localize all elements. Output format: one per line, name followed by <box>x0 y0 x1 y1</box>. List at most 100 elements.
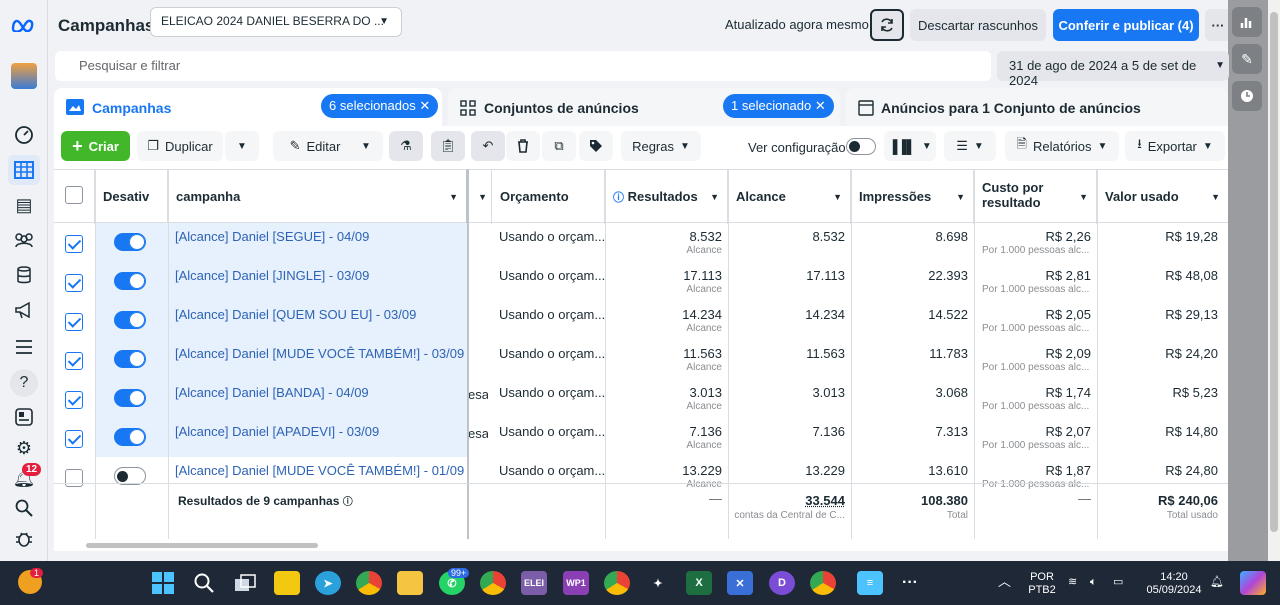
undo-button[interactable]: ↶ <box>471 131 505 161</box>
taskbar-app-elei[interactable]: ELEI <box>521 571 547 595</box>
notepad-icon[interactable]: ≡ <box>857 571 883 595</box>
power-bi-icon[interactable] <box>274 571 300 595</box>
horizontal-scrollbar[interactable] <box>86 543 318 548</box>
preview-button[interactable]: ⧉ <box>542 131 576 161</box>
page-scrollbar[interactable] <box>1268 0 1280 561</box>
edit-button[interactable]: ✎ Editar <box>273 131 357 161</box>
search-icon[interactable] <box>8 493 40 523</box>
col-off[interactable]: Desativ <box>95 170 168 224</box>
campaigns-table-icon[interactable] <box>8 155 40 185</box>
table-row[interactable]: [Alcance] Daniel [BANDA] - 04/09 esa Usand… <box>54 379 1228 418</box>
edit-dropdown-button[interactable]: ▼ <box>349 131 383 161</box>
ab-test-flask-button[interactable]: ⚗ <box>389 131 423 161</box>
vscode-icon[interactable]: ✕ <box>727 571 753 595</box>
ad-account-selector[interactable]: ELEICAO 2024 DANIEL BESERRA DO ... ▼ <box>150 7 402 37</box>
summary-reach[interactable]: 33.544 <box>728 493 845 508</box>
task-view-icon[interactable] <box>232 571 258 595</box>
table-row[interactable]: [Alcance] Daniel [SEGUE] - 04/09 Usando o… <box>54 223 1228 262</box>
settings-gear-icon[interactable]: ⚙ <box>8 433 40 463</box>
tab-ads[interactable]: Anúncios para 1 Conjunto de anúncios <box>846 88 1228 126</box>
breakdown-button[interactable]: ☰ ▼ <box>944 131 996 161</box>
row-checkbox[interactable] <box>65 352 83 370</box>
dashboard-icon[interactable] <box>8 120 40 150</box>
tab-ad-sets[interactable]: Conjuntos de anúncios 1 selecionado ✕ <box>448 88 840 126</box>
campaign-status-toggle[interactable] <box>114 389 146 407</box>
col-cost-per-result[interactable]: Custo por resultado ▼ <box>974 170 1097 224</box>
meta-logo-icon[interactable] <box>8 10 40 40</box>
export-button[interactable]: ⭳ Exportar ▼ <box>1125 131 1225 161</box>
chrome-profile-icon[interactable] <box>604 571 630 595</box>
row-checkbox[interactable] <box>65 313 83 331</box>
taskbar-app-wp1[interactable]: WP1 <box>563 571 589 595</box>
col-results[interactable]: ⓘ Resultados ▼ <box>605 170 728 224</box>
search-filter-input[interactable]: Pesquisar e filtrar <box>55 51 991 81</box>
menu-icon[interactable] <box>8 332 40 362</box>
chrome-profile-icon[interactable] <box>810 571 836 595</box>
review-publish-button[interactable]: Conferir e publicar (4) <box>1053 9 1199 41</box>
pages-icon[interactable]: ▤ <box>8 190 40 220</box>
campaign-status-toggle[interactable] <box>114 272 146 290</box>
date-range-picker[interactable]: 31 de ago de 2024 a 5 de set de 2024 ▼ <box>997 51 1229 88</box>
refresh-button[interactable] <box>870 9 904 41</box>
excel-icon[interactable]: X <box>686 571 712 595</box>
ad-sets-selected-pill[interactable]: 1 selecionado ✕ <box>723 94 834 118</box>
rules-button[interactable]: Regras ▼ <box>621 131 701 161</box>
row-checkbox[interactable] <box>65 430 83 448</box>
clock[interactable]: 14:20 05/09/2024 <box>1143 571 1205 597</box>
news-icon[interactable] <box>8 402 40 432</box>
campaign-status-toggle[interactable] <box>114 350 146 368</box>
audience-icon[interactable] <box>8 225 40 255</box>
help-icon[interactable]: ? <box>8 368 40 398</box>
duplicate-dropdown-button[interactable]: ▼ <box>225 131 259 161</box>
select-all-checkbox[interactable] <box>65 186 83 204</box>
scrollbar-thumb[interactable] <box>1270 12 1278 532</box>
language-indicator[interactable]: POR PTB2 <box>1027 571 1057 597</box>
col-reach[interactable]: Alcance ▼ <box>728 170 851 224</box>
clipboard-button[interactable]: 📋︎ <box>431 131 465 161</box>
telegram-icon[interactable]: ➤ <box>315 571 341 595</box>
row-checkbox[interactable] <box>65 274 83 292</box>
file-explorer-icon[interactable] <box>397 571 423 595</box>
view-config-toggle[interactable] <box>846 138 876 155</box>
discard-drafts-button[interactable]: Descartar rascunhos <box>910 9 1046 41</box>
tray-chevron-up-icon[interactable]: ︿ <box>998 575 1011 588</box>
bug-report-icon[interactable] <box>8 524 40 554</box>
tab-campaigns[interactable]: Campanhas 6 selecionados ✕ <box>54 88 442 126</box>
windows-start-icon[interactable] <box>150 571 176 595</box>
megaphone-icon[interactable] <box>8 295 40 325</box>
col-amount-spent[interactable]: Valor usado ▼ <box>1097 170 1228 224</box>
row-checkbox[interactable] <box>65 235 83 253</box>
database-icon[interactable] <box>8 260 40 290</box>
table-row[interactable]: [Alcance] Daniel [JINGLE] - 03/09 Usando … <box>54 262 1228 301</box>
volume-icon[interactable]: 🔈︎ <box>1090 576 1097 589</box>
row-checkbox[interactable] <box>65 391 83 409</box>
table-row[interactable]: [Alcance] Daniel [APADEVI] - 03/09 esa Usa… <box>54 418 1228 457</box>
table-row[interactable]: [Alcance] Daniel [MUDE VOCÊ TAMBÉM!] - 0… <box>54 340 1228 379</box>
campaign-status-toggle[interactable] <box>114 428 146 446</box>
delete-button[interactable] <box>506 131 540 161</box>
col-campaign[interactable]: campanha ▼ <box>168 170 468 224</box>
search-icon[interactable] <box>191 571 217 595</box>
duplicate-button[interactable]: ❐ Duplicar <box>137 131 223 161</box>
campaign-status-toggle[interactable] <box>114 233 146 251</box>
columns-button[interactable]: ▐▐▌ ▼ <box>884 131 936 161</box>
col-budget[interactable]: Orçamento <box>492 170 605 224</box>
edit-pencil-icon[interactable]: ✎ <box>1232 44 1262 74</box>
battery-icon[interactable]: ▭ <box>1113 576 1123 589</box>
copilot-icon[interactable] <box>1240 571 1266 595</box>
col-hidden[interactable]: ▼ <box>468 170 492 224</box>
chrome-profile-icon[interactable] <box>480 571 506 595</box>
col-impressions[interactable]: Impressões ▼ <box>851 170 974 224</box>
table-row[interactable]: [Alcance] Daniel [QUEM SOU EU] - 03/09 Us… <box>54 301 1228 340</box>
wifi-icon[interactable]: ≋ <box>1068 576 1077 589</box>
create-button[interactable]: + Criar <box>61 131 130 161</box>
capcut-icon[interactable]: ✦ <box>645 571 671 595</box>
more-apps-icon[interactable]: ··· <box>897 571 923 595</box>
history-clock-icon[interactable] <box>1232 81 1262 111</box>
notifications-icon[interactable]: 🔔︎ <box>1210 576 1224 589</box>
campaigns-selected-pill[interactable]: 6 selecionados ✕ <box>321 94 439 118</box>
avatar[interactable] <box>8 61 40 91</box>
app-d-icon[interactable]: D <box>769 571 795 595</box>
tag-button[interactable] <box>579 131 613 161</box>
bar-chart-icon[interactable] <box>1232 7 1262 37</box>
